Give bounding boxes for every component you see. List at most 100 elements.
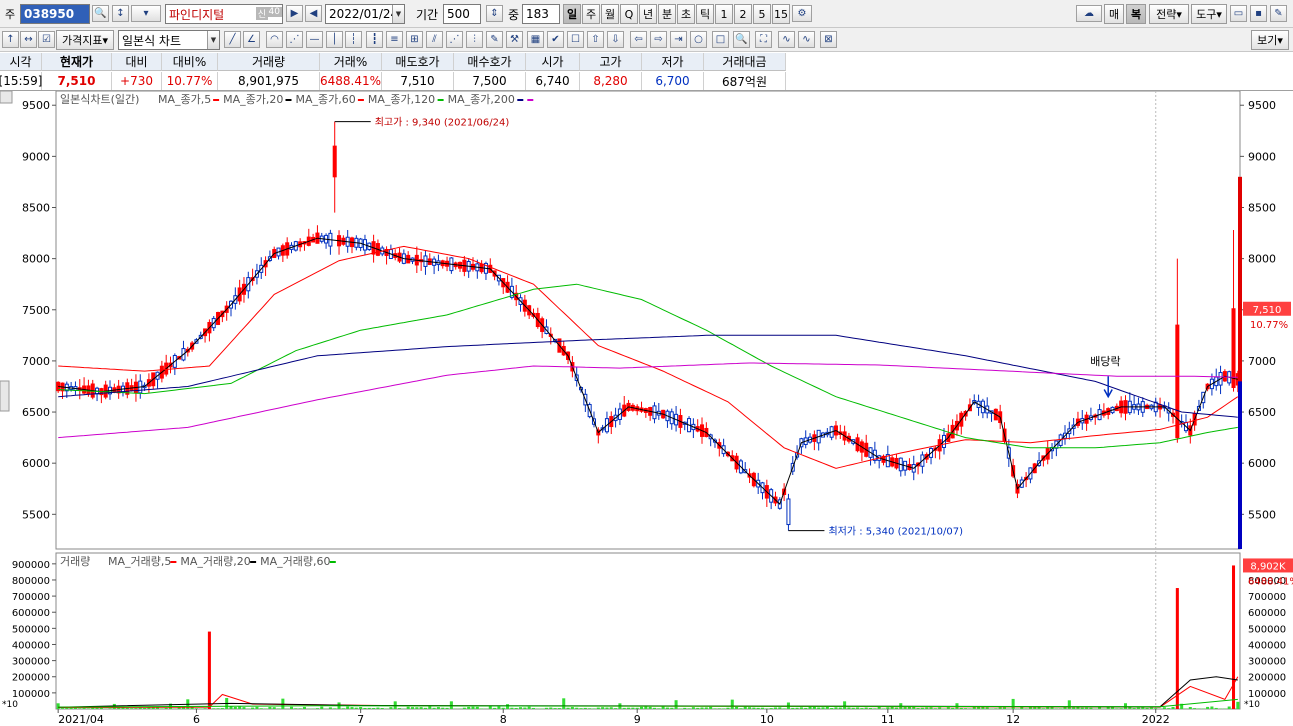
arc-icon[interactable]: ◠ — [266, 31, 283, 48]
trend-line-icon[interactable]: ╱ — [224, 31, 241, 48]
stock-name-field[interactable]: 파인디지털 신 40 — [165, 4, 283, 24]
chart-type-select[interactable]: 일본식 차트 ▼ — [118, 30, 220, 50]
arrow-left-icon[interactable]: ⇦ — [630, 31, 647, 48]
timeframe-button[interactable]: 일 — [563, 4, 581, 24]
stock-code-input[interactable]: 038950 — [20, 4, 90, 24]
volume-tick-label: 500000 — [12, 624, 50, 635]
check-icon[interactable]: ✔ — [547, 31, 564, 48]
play-forward-icon[interactable]: ▶ — [286, 5, 303, 22]
tick-settings-icon[interactable]: ⚙ — [792, 5, 812, 22]
arrow-down-icon[interactable]: ⇩ — [607, 31, 624, 48]
timeframe-button[interactable]: 초 — [677, 4, 695, 24]
volume-bar — [441, 707, 445, 709]
volume-bar — [549, 707, 553, 709]
overlap-input[interactable]: 183 — [522, 4, 560, 24]
volume-bar — [1232, 565, 1236, 709]
volume-bar — [622, 707, 626, 709]
view-button[interactable]: 보기 ▾ — [1251, 30, 1289, 50]
stock-chart[interactable]: 9500 9500 9000 9000 8500 8500 8000 8000 7500 7 500… — [0, 91, 1293, 726]
scroll-up-icon[interactable]: ↑ — [2, 31, 19, 48]
fibo-icon[interactable]: ≡ — [386, 31, 403, 48]
cycle-icon[interactable]: ∿ — [798, 31, 815, 48]
volume-bar — [475, 706, 479, 709]
timeframe-button[interactable]: 틱 — [696, 4, 714, 24]
timeframe-button[interactable]: 월 — [601, 4, 619, 24]
vertical-line-icon[interactable]: │ — [326, 31, 343, 48]
volume-bar — [778, 707, 782, 709]
compound-button[interactable]: 복 — [1126, 4, 1146, 24]
wave-icon[interactable]: ∿ — [778, 31, 795, 48]
price-indicator-button[interactable]: 가격지표 ▾ — [56, 30, 114, 50]
candle-body — [1175, 324, 1180, 439]
crosshair-icon[interactable]: ⛶ — [755, 31, 772, 48]
date-dropdown-icon[interactable]: ▼ — [392, 5, 404, 23]
vline-dash-icon[interactable]: ┆ — [345, 31, 362, 48]
volume-bar — [251, 707, 255, 709]
tool-icon[interactable]: ⚒ — [506, 31, 523, 48]
erase-icon[interactable]: ⊠ — [820, 31, 837, 48]
volume-bar — [69, 707, 73, 709]
grid-icon[interactable]: ⊞ — [406, 31, 423, 48]
arrow-right-icon[interactable]: ⇨ — [650, 31, 667, 48]
play-back-icon[interactable]: ◀ — [305, 5, 322, 22]
chart-type-dropdown-icon[interactable]: ▼ — [207, 31, 219, 49]
fan-icon[interactable]: ⋰ — [286, 31, 303, 48]
pen-icon[interactable]: ✎ — [486, 31, 503, 48]
timeframe-button[interactable]: 5 — [753, 4, 771, 24]
settings-icon[interactable]: ☑ — [38, 31, 55, 48]
save-icon[interactable]: ▪ — [1250, 5, 1267, 22]
volume-bar — [678, 708, 682, 709]
history-dropdown-icon[interactable]: ▾ — [131, 5, 161, 22]
period-input[interactable]: 500 — [443, 4, 481, 24]
timeframe-button[interactable]: Q — [620, 4, 638, 24]
volume-bar — [825, 706, 829, 709]
arrow-up-icon[interactable]: ⇧ — [587, 31, 604, 48]
cloud-icon[interactable]: ☁ — [1076, 5, 1102, 22]
timeframe-button[interactable]: 년 — [639, 4, 657, 24]
circle-icon[interactable]: ○ — [690, 31, 707, 48]
time-tick-label: 8 — [500, 713, 507, 726]
volume-bar — [1123, 703, 1128, 709]
search-icon[interactable]: 🔍 — [92, 5, 109, 22]
angle-line-icon[interactable]: ∠ — [243, 31, 260, 48]
strategy-button[interactable]: 전략 ▾ — [1149, 4, 1189, 24]
timeframe-button[interactable]: 1 — [715, 4, 733, 24]
timeframe-button[interactable]: 15 — [772, 4, 790, 24]
timeframe-button[interactable]: 분 — [658, 4, 676, 24]
zoom-icon[interactable]: 🔍 — [733, 31, 750, 48]
volume-bar — [1154, 708, 1158, 709]
text-box-icon[interactable]: ☐ — [567, 31, 584, 48]
channel-icon[interactable]: ⫽ — [426, 31, 443, 48]
vline-multi-icon[interactable]: ┇ — [366, 31, 383, 48]
gann-icon[interactable]: ⫶ — [466, 31, 483, 48]
horizontal-line-icon[interactable]: — — [306, 31, 323, 48]
tools-button[interactable]: 도구 ▾ — [1191, 4, 1227, 24]
date-input[interactable]: 2022/01/24 ▼ — [325, 4, 405, 24]
arrow-end-icon[interactable]: ⇥ — [670, 31, 687, 48]
price-tick-label: 8500 — [22, 202, 50, 215]
expand-icon[interactable]: ↔ — [20, 31, 37, 48]
color-icon[interactable]: ▦ — [527, 31, 544, 48]
volume-bar — [346, 706, 350, 709]
quote-header-cell: 거래% — [320, 53, 382, 71]
parallel-icon[interactable]: ⋰ — [446, 31, 463, 48]
rectangle-icon[interactable]: □ — [712, 31, 729, 48]
spin-icon[interactable]: ⇕ — [486, 5, 503, 22]
timeframe-button[interactable]: 주 — [582, 4, 600, 24]
volume-bar — [1080, 707, 1084, 709]
market-type-label[interactable]: 주 — [2, 4, 18, 24]
price-tick-label: 8500 — [1248, 202, 1276, 215]
folder-icon[interactable]: ▭ — [1230, 5, 1247, 22]
volume-bar — [791, 707, 795, 709]
volume-unit-label: *10 — [1244, 700, 1260, 710]
volume-bar — [709, 706, 713, 709]
wrench-icon[interactable]: ✎ — [1270, 5, 1287, 22]
volume-bar — [242, 707, 246, 709]
strategy-label: 전략 — [1156, 8, 1177, 21]
volume-bar — [627, 707, 631, 709]
sort-icon[interactable]: ↕ — [112, 5, 129, 22]
buy-button[interactable]: 매 — [1104, 4, 1124, 24]
quote-header-cell: 매도호가 — [382, 53, 454, 71]
timeframe-button[interactable]: 2 — [734, 4, 752, 24]
volume-bar — [683, 707, 687, 709]
